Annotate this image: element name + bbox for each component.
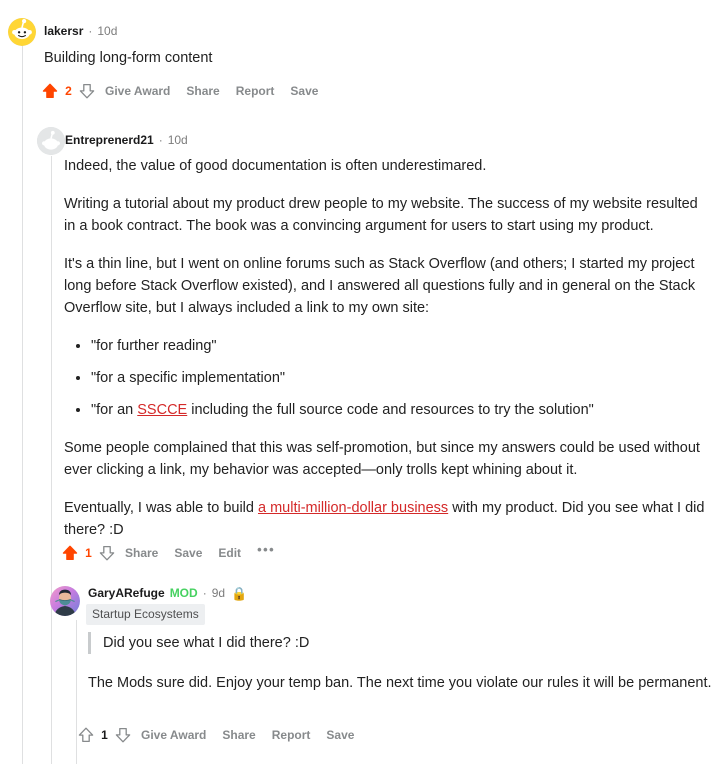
mod-badge: MOD <box>169 586 198 600</box>
locked-icon: 🔒 <box>231 585 248 601</box>
header-separator: · <box>158 133 163 147</box>
save-button[interactable]: Save <box>174 546 202 560</box>
save-button[interactable]: Save <box>326 728 354 742</box>
comment-paragraph: Eventually, I was able to build a multi-… <box>64 497 712 541</box>
comment-paragraph: The Mods sure did. Enjoy your temp ban. … <box>88 675 712 691</box>
comment-paragraph: It's a thin line, but I went on online f… <box>64 256 696 316</box>
comment-action-bar: 1 Give Award Share Report Save <box>76 725 354 745</box>
vote-score: 1 <box>85 546 92 560</box>
comment-body: Did you see what I did there? :D The Mod… <box>88 632 712 694</box>
comment-paragraph: Some people complained that this was sel… <box>64 440 700 478</box>
paragraph-prefix: Eventually, I was able to build <box>64 500 258 516</box>
blockquote: Did you see what I did there? :D <box>88 632 712 654</box>
avatar[interactable] <box>8 18 36 46</box>
give-award-button[interactable]: Give Award <box>105 84 170 98</box>
comment-action-bar: 1 Share Save Edit ••• <box>60 543 275 563</box>
comment-author[interactable]: Entreprenerd21 <box>65 132 154 148</box>
share-button[interactable]: Share <box>222 728 255 742</box>
header-separator: · <box>202 586 207 600</box>
comment-age[interactable]: 9d <box>212 585 225 601</box>
snoo-avatar-yellow-icon <box>8 18 36 46</box>
list-item-suffix: including the full source code and resou… <box>187 402 594 418</box>
comment-action-bar: 2 Give Award Share Report Save <box>40 81 318 101</box>
list-item: "for an SSCCE including the full source … <box>91 399 712 421</box>
vote-score: 1 <box>101 728 108 742</box>
give-award-button[interactable]: Give Award <box>141 728 206 742</box>
more-options-ellipsis-icon[interactable]: ••• <box>257 543 275 556</box>
avatar[interactable] <box>37 127 65 155</box>
vote-group: 1 <box>76 725 133 745</box>
user-flair-badge: Startup Ecosystems <box>86 604 205 625</box>
comment-header: lakersr · 10d <box>44 23 117 39</box>
list-item: "for further reading" <box>91 335 712 357</box>
comment-header: Entreprenerd21 · 10d <box>65 132 188 148</box>
list-item: "for a specific implementation" <box>91 367 712 389</box>
header-separator: · <box>88 24 93 38</box>
downvote-button[interactable] <box>113 725 133 745</box>
list-item-prefix: "for an <box>91 402 138 418</box>
thread-line-level-1[interactable] <box>51 156 52 764</box>
comment-author[interactable]: lakersr <box>44 23 83 39</box>
save-button[interactable]: Save <box>290 84 318 98</box>
blockquote-text: Did you see what I did there? :D <box>103 635 310 651</box>
thread-line-level-0[interactable] <box>22 44 23 764</box>
vote-group: 2 <box>40 81 97 101</box>
upvote-button[interactable] <box>60 543 80 563</box>
comment-body: Building long-form content <box>44 47 694 69</box>
vote-score: 2 <box>65 84 72 98</box>
upvote-arrow-filled-icon <box>62 545 78 560</box>
business-link[interactable]: a multi-million-dollar business <box>258 500 448 516</box>
report-button[interactable]: Report <box>272 728 311 742</box>
share-button[interactable]: Share <box>125 546 158 560</box>
comment-author[interactable]: GaryARefuge <box>88 585 165 601</box>
comment-thread: lakersr · 10d Building long-form content… <box>0 0 721 764</box>
downvote-button[interactable] <box>77 81 97 101</box>
comment-age[interactable]: 10d <box>97 23 117 39</box>
share-button[interactable]: Share <box>186 84 219 98</box>
downvote-arrow-outline-icon <box>115 727 131 743</box>
comment-body: Indeed, the value of good documentation … <box>64 155 712 541</box>
comment-header: GaryARefuge MOD · 9d 🔒 <box>88 585 247 601</box>
comment-paragraph: Building long-form content <box>44 50 213 66</box>
report-button[interactable]: Report <box>236 84 275 98</box>
comment-age[interactable]: 10d <box>168 132 188 148</box>
comment-paragraph: Indeed, the value of good documentation … <box>64 158 487 174</box>
edit-button[interactable]: Edit <box>218 546 241 560</box>
upvote-button[interactable] <box>76 725 96 745</box>
downvote-arrow-outline-icon <box>99 545 115 561</box>
vote-group: 1 <box>60 543 117 563</box>
downvote-button[interactable] <box>97 543 117 563</box>
photo-avatar-masked-person-icon <box>50 586 80 616</box>
comment-paragraph: Writing a tutorial about my product drew… <box>64 196 698 234</box>
upvote-arrow-filled-icon <box>42 83 58 98</box>
sscce-link[interactable]: SSCCE <box>137 402 187 418</box>
comment-bullet-list: "for further reading" "for a specific im… <box>64 335 712 421</box>
upvote-arrow-outline-icon <box>78 727 94 743</box>
avatar[interactable] <box>50 586 80 616</box>
snoo-avatar-gray-icon <box>37 127 65 155</box>
downvote-arrow-outline-icon <box>79 83 95 99</box>
upvote-button[interactable] <box>40 81 60 101</box>
